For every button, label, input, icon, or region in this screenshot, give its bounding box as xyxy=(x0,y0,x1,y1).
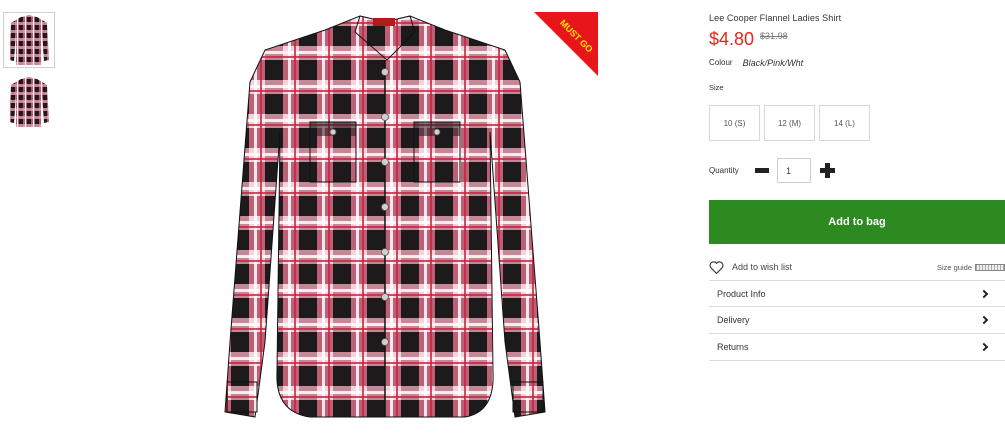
accordion-label: Product Info xyxy=(717,288,766,299)
colour-value: Black/Pink/Wht xyxy=(742,58,804,68)
product-details: Lee Cooper Flannel Ladies Shirt $4.80 $3… xyxy=(709,13,1005,361)
add-to-wish-list-label: Add to wish list xyxy=(732,262,793,272)
quantity-label: Quantity xyxy=(709,166,739,175)
chevron-right-icon xyxy=(979,289,989,298)
quantity-row: Quantity xyxy=(709,158,1005,183)
thumbnail-back[interactable] xyxy=(3,74,55,130)
current-price: $4.80 xyxy=(709,29,755,49)
chevron-right-icon xyxy=(979,342,989,352)
accordion-delivery[interactable]: Delivery xyxy=(709,307,1005,334)
size-option-10-s[interactable]: 10 (S) xyxy=(709,105,760,141)
accordion-label: Delivery xyxy=(717,315,750,325)
plaid-shirt-image xyxy=(224,15,546,418)
shirt-front-thumbnail-image xyxy=(9,15,49,65)
chevron-right-icon xyxy=(979,315,989,325)
wish-row: Add to wish list Size guide xyxy=(709,260,1005,274)
add-to-wish-list-button[interactable]: Add to wish list xyxy=(709,260,793,274)
price-row: $4.80 $31.98 xyxy=(709,29,1005,50)
main-product-image: MUST GO xyxy=(205,12,600,432)
colour-row: Colour Black/Pink/Wht xyxy=(709,58,1005,68)
was-price: $31.98 xyxy=(760,31,788,41)
quantity-input[interactable] xyxy=(777,158,811,183)
size-option-14-l[interactable]: 14 (L) xyxy=(819,105,870,141)
size-guide-link[interactable]: Size guide xyxy=(937,263,1005,272)
quantity-decrease-button[interactable] xyxy=(755,168,769,173)
ruler-icon xyxy=(975,263,1005,271)
accordion-product-info[interactable]: Product Info xyxy=(709,280,1005,307)
size-guide-label: Size guide xyxy=(936,262,972,272)
heart-icon xyxy=(709,260,724,274)
quantity-increase-button[interactable] xyxy=(820,163,835,178)
size-label: Size xyxy=(709,83,724,92)
product-title: Lee Cooper Flannel Ladies Shirt xyxy=(709,13,842,23)
colour-label: Colour xyxy=(709,58,733,67)
add-to-bag-button[interactable]: Add to bag xyxy=(709,200,1005,244)
accordion-label: Returns xyxy=(717,342,749,352)
size-options: 10 (S) 12 (M) 14 (L) xyxy=(709,105,1005,141)
shirt-back-thumbnail-image xyxy=(9,77,49,127)
size-option-12-m[interactable]: 12 (M) xyxy=(764,105,815,141)
thumbnail-front[interactable] xyxy=(3,12,55,68)
accordion-returns[interactable]: Returns xyxy=(709,334,1005,361)
product-accordion: Product Info Delivery Returns xyxy=(709,280,1005,361)
thumbnail-list xyxy=(3,12,57,136)
